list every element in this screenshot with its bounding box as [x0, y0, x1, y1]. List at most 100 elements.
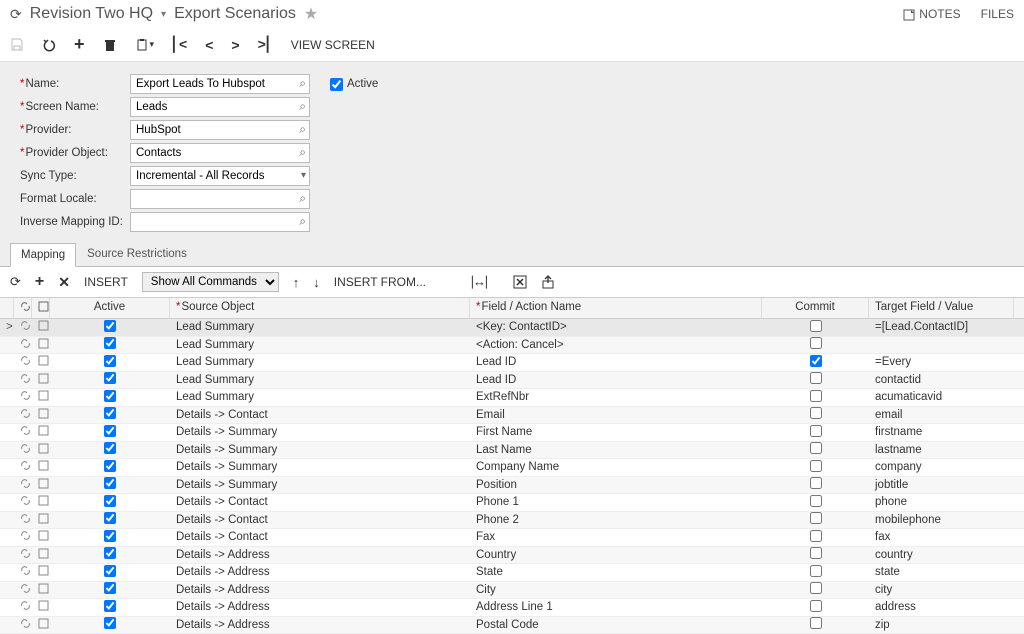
header-commit[interactable]: Commit: [762, 298, 869, 318]
row-link-icon[interactable]: [14, 424, 32, 440]
commit-checkbox[interactable]: [810, 390, 822, 402]
field-cell[interactable]: Phone 2: [470, 513, 762, 527]
active-checkbox[interactable]: [104, 460, 116, 472]
row-notes-icon[interactable]: [32, 319, 50, 335]
prev-icon[interactable]: <: [205, 37, 213, 53]
company-name[interactable]: Revision Two HQ: [30, 5, 153, 23]
commit-cell[interactable]: [762, 441, 869, 458]
active-cell[interactable]: [50, 616, 170, 633]
commit-checkbox[interactable]: [810, 582, 822, 594]
table-row[interactable]: Details -> AddressPostal Codezip: [0, 617, 1024, 634]
field-cell[interactable]: Company Name: [470, 460, 762, 474]
row-down-icon[interactable]: ↓: [313, 275, 320, 290]
screen-name-input[interactable]: [130, 97, 310, 117]
lookup-icon[interactable]: ⌕: [299, 122, 306, 137]
tab-mapping[interactable]: Mapping: [10, 243, 76, 267]
company-dropdown-icon[interactable]: ▾: [161, 9, 166, 20]
commit-cell[interactable]: [762, 389, 869, 406]
first-icon[interactable]: ⎢<: [172, 36, 187, 53]
source-cell[interactable]: Lead Summary: [170, 338, 470, 352]
active-cell[interactable]: [50, 406, 170, 423]
active-cell[interactable]: [50, 336, 170, 353]
active-checkbox[interactable]: [104, 617, 116, 629]
row-notes-icon[interactable]: [32, 407, 50, 423]
field-cell[interactable]: ExtRefNbr: [470, 390, 762, 404]
field-cell[interactable]: Lead ID: [470, 355, 762, 369]
commit-checkbox[interactable]: [810, 372, 822, 384]
tab-source-restrictions[interactable]: Source Restrictions: [76, 242, 198, 266]
commit-checkbox[interactable]: [810, 477, 822, 489]
table-row[interactable]: Details -> SummaryPositionjobtitle: [0, 477, 1024, 495]
row-link-icon[interactable]: [14, 512, 32, 528]
active-checkbox[interactable]: [104, 600, 116, 612]
row-link-icon[interactable]: [14, 582, 32, 598]
row-notes-icon[interactable]: [32, 424, 50, 440]
source-cell[interactable]: Details -> Address: [170, 600, 470, 614]
row-notes-icon[interactable]: [32, 389, 50, 405]
commit-checkbox[interactable]: [810, 320, 822, 332]
target-cell[interactable]: phone: [869, 495, 1014, 509]
table-row[interactable]: Lead SummaryExtRefNbracumaticavid: [0, 389, 1024, 407]
active-cell[interactable]: [50, 581, 170, 598]
delete-icon[interactable]: [103, 38, 117, 52]
commit-cell[interactable]: [762, 494, 869, 511]
commit-cell[interactable]: [762, 616, 869, 633]
active-checkbox[interactable]: [104, 530, 116, 542]
grid-delete-icon[interactable]: ✕: [58, 274, 70, 291]
row-notes-icon[interactable]: [32, 582, 50, 598]
header-source[interactable]: *Source Object: [170, 298, 470, 318]
commit-checkbox[interactable]: [810, 547, 822, 559]
table-row[interactable]: Details -> SummaryLast Namelastname: [0, 442, 1024, 460]
row-notes-icon[interactable]: [32, 337, 50, 353]
target-cell[interactable]: contactid: [869, 373, 1014, 387]
commit-checkbox[interactable]: [810, 442, 822, 454]
table-row[interactable]: Details -> ContactPhone 1phone: [0, 494, 1024, 512]
row-link-icon[interactable]: [14, 599, 32, 615]
table-row[interactable]: Details -> AddressStatestate: [0, 564, 1024, 582]
show-commands-dropdown[interactable]: Show All Commands: [142, 272, 279, 292]
insert-button[interactable]: INSERT: [84, 275, 128, 289]
provider-object-input[interactable]: [130, 143, 310, 163]
active-cell[interactable]: [50, 494, 170, 511]
row-link-icon[interactable]: [14, 494, 32, 510]
row-notes-icon[interactable]: [32, 477, 50, 493]
row-notes-icon[interactable]: [32, 617, 50, 633]
row-link-icon[interactable]: [14, 564, 32, 580]
field-cell[interactable]: Lead ID: [470, 373, 762, 387]
row-link-icon[interactable]: [14, 477, 32, 493]
source-cell[interactable]: Details -> Contact: [170, 530, 470, 544]
target-cell[interactable]: company: [869, 460, 1014, 474]
source-cell[interactable]: Details -> Address: [170, 618, 470, 632]
favorite-star-icon[interactable]: ★: [304, 4, 318, 24]
commit-checkbox[interactable]: [810, 425, 822, 437]
commit-cell[interactable]: [762, 476, 869, 493]
active-checkbox[interactable]: [104, 477, 116, 489]
table-row[interactable]: Lead Summary<Action: Cancel>: [0, 337, 1024, 355]
header-target[interactable]: Target Field / Value: [869, 298, 1014, 318]
target-cell[interactable]: state: [869, 565, 1014, 579]
active-cell[interactable]: [50, 599, 170, 616]
row-link-icon[interactable]: [14, 442, 32, 458]
upload-icon[interactable]: [541, 275, 555, 289]
commit-checkbox[interactable]: [810, 460, 822, 472]
active-cell[interactable]: [50, 564, 170, 581]
provider-input[interactable]: [130, 120, 310, 140]
row-notes-icon[interactable]: [32, 529, 50, 545]
commit-checkbox[interactable]: [810, 565, 822, 577]
commit-cell[interactable]: [762, 459, 869, 476]
active-cell[interactable]: [50, 424, 170, 441]
row-up-icon[interactable]: ↑: [293, 275, 300, 290]
table-row[interactable]: >Lead Summary<Key: ContactID>=[Lead.Cont…: [0, 319, 1024, 337]
undo-icon[interactable]: [42, 38, 56, 52]
commit-checkbox[interactable]: [810, 495, 822, 507]
grid-refresh-icon[interactable]: ⟳: [10, 274, 21, 290]
table-row[interactable]: Details -> SummaryFirst Namefirstname: [0, 424, 1024, 442]
target-cell[interactable]: city: [869, 583, 1014, 597]
active-cell[interactable]: [50, 441, 170, 458]
row-link-icon[interactable]: [14, 407, 32, 423]
target-cell[interactable]: [869, 344, 1014, 346]
lookup-icon[interactable]: ⌕: [299, 76, 306, 91]
row-link-icon[interactable]: [14, 459, 32, 475]
notes-button[interactable]: NOTES: [903, 6, 960, 22]
source-cell[interactable]: Lead Summary: [170, 320, 470, 334]
